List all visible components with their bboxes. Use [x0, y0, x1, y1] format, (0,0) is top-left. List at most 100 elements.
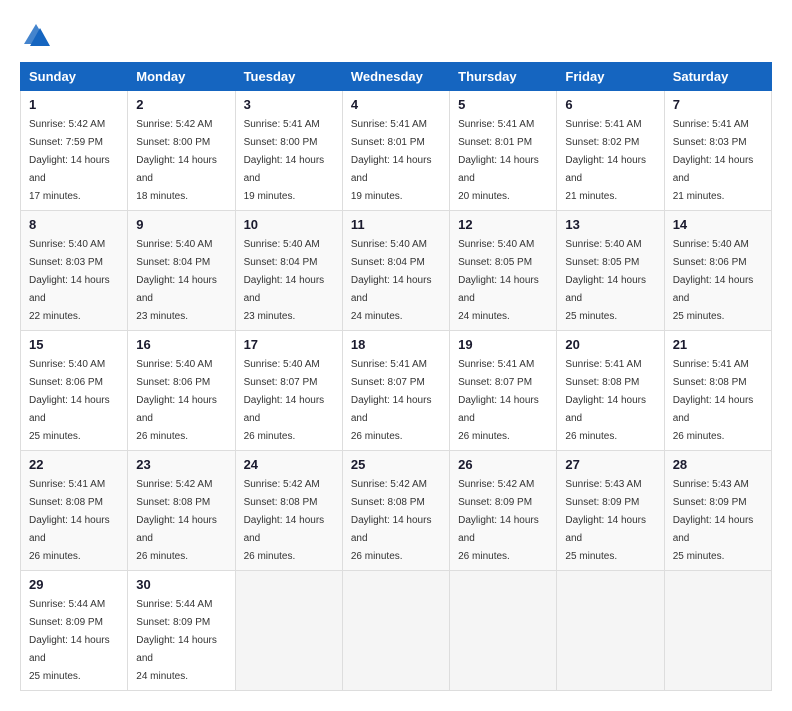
day-info: Sunrise: 5:42 AMSunset: 8:08 PMDaylight:…: [351, 479, 432, 562]
calendar-cell: [557, 571, 664, 691]
calendar-cell: 21Sunrise: 5:41 AMSunset: 8:08 PMDayligh…: [664, 331, 771, 451]
day-number: 5: [458, 97, 548, 112]
day-info: Sunrise: 5:40 AMSunset: 8:06 PMDaylight:…: [673, 239, 754, 322]
day-info: Sunrise: 5:41 AMSunset: 8:00 PMDaylight:…: [244, 119, 325, 202]
calendar-week-4: 22Sunrise: 5:41 AMSunset: 8:08 PMDayligh…: [21, 451, 772, 571]
day-info: Sunrise: 5:42 AMSunset: 8:09 PMDaylight:…: [458, 479, 539, 562]
day-number: 19: [458, 337, 548, 352]
calendar-week-2: 8 Sunrise: 5:40 AMSunset: 8:03 PMDaylight…: [21, 211, 772, 331]
day-number: 30: [136, 577, 226, 592]
day-number: 11: [351, 217, 441, 232]
day-number: 29: [29, 577, 119, 592]
calendar-cell: [235, 571, 342, 691]
calendar-week-1: 1 Sunrise: 5:42 AMSunset: 7:59 PMDaylight…: [21, 91, 772, 211]
calendar-cell: 25 Sunrise: 5:42 AMSunset: 8:08 PMDayligh…: [342, 451, 449, 571]
day-number: 16: [136, 337, 226, 352]
day-number: 17: [244, 337, 334, 352]
calendar-cell: 18Sunrise: 5:41 AMSunset: 8:07 PMDayligh…: [342, 331, 449, 451]
day-number: 23: [136, 457, 226, 472]
day-number: 26: [458, 457, 548, 472]
day-info: Sunrise: 5:41 AMSunset: 8:01 PMDaylight:…: [458, 119, 539, 202]
logo: [20, 20, 56, 52]
header-monday: Monday: [128, 63, 235, 91]
day-number: 25: [351, 457, 441, 472]
calendar-cell: [342, 571, 449, 691]
day-info: Sunrise: 5:40 AMSunset: 8:07 PMDaylight:…: [244, 359, 325, 442]
day-info: Sunrise: 5:40 AMSunset: 8:05 PMDaylight:…: [565, 239, 646, 322]
page-header: [20, 20, 772, 52]
header-thursday: Thursday: [450, 63, 557, 91]
day-info: Sunrise: 5:42 AMSunset: 7:59 PMDaylight:…: [29, 119, 110, 202]
day-number: 24: [244, 457, 334, 472]
day-info: Sunrise: 5:41 AMSunset: 8:01 PMDaylight:…: [351, 119, 432, 202]
calendar-cell: 17 Sunrise: 5:40 AMSunset: 8:07 PMDayligh…: [235, 331, 342, 451]
header-sunday: Sunday: [21, 63, 128, 91]
header-saturday: Saturday: [664, 63, 771, 91]
day-number: 21: [673, 337, 763, 352]
day-info: Sunrise: 5:40 AMSunset: 8:06 PMDaylight:…: [29, 359, 110, 442]
calendar-cell: 1 Sunrise: 5:42 AMSunset: 7:59 PMDaylight…: [21, 91, 128, 211]
header-tuesday: Tuesday: [235, 63, 342, 91]
calendar-cell: 24 Sunrise: 5:42 AMSunset: 8:08 PMDayligh…: [235, 451, 342, 571]
day-number: 1: [29, 97, 119, 112]
day-info: Sunrise: 5:41 AMSunset: 8:08 PMDaylight:…: [29, 479, 110, 562]
day-number: 6: [565, 97, 655, 112]
calendar-cell: 6 Sunrise: 5:41 AMSunset: 8:02 PMDaylight…: [557, 91, 664, 211]
calendar-cell: 2 Sunrise: 5:42 AMSunset: 8:00 PMDaylight…: [128, 91, 235, 211]
day-number: 2: [136, 97, 226, 112]
day-number: 20: [565, 337, 655, 352]
calendar-cell: 20 Sunrise: 5:41 AMSunset: 8:08 PMDayligh…: [557, 331, 664, 451]
day-info: Sunrise: 5:42 AMSunset: 8:08 PMDaylight:…: [244, 479, 325, 562]
calendar-cell: 15 Sunrise: 5:40 AMSunset: 8:06 PMDayligh…: [21, 331, 128, 451]
calendar-cell: 4Sunrise: 5:41 AMSunset: 8:01 PMDaylight…: [342, 91, 449, 211]
header-wednesday: Wednesday: [342, 63, 449, 91]
calendar-table: SundayMondayTuesdayWednesdayThursdayFrid…: [20, 62, 772, 691]
day-info: Sunrise: 5:43 AMSunset: 8:09 PMDaylight:…: [565, 479, 646, 562]
day-number: 15: [29, 337, 119, 352]
day-info: Sunrise: 5:41 AMSunset: 8:02 PMDaylight:…: [565, 119, 646, 202]
day-info: Sunrise: 5:40 AMSunset: 8:04 PMDaylight:…: [136, 239, 217, 322]
calendar-cell: [450, 571, 557, 691]
day-info: Sunrise: 5:43 AMSunset: 8:09 PMDaylight:…: [673, 479, 754, 562]
day-info: Sunrise: 5:40 AMSunset: 8:06 PMDaylight:…: [136, 359, 217, 442]
day-number: 7: [673, 97, 763, 112]
calendar-cell: 23 Sunrise: 5:42 AMSunset: 8:08 PMDayligh…: [128, 451, 235, 571]
day-info: Sunrise: 5:41 AMSunset: 8:07 PMDaylight:…: [351, 359, 432, 442]
calendar-week-3: 15 Sunrise: 5:40 AMSunset: 8:06 PMDayligh…: [21, 331, 772, 451]
calendar-cell: 8 Sunrise: 5:40 AMSunset: 8:03 PMDaylight…: [21, 211, 128, 331]
day-info: Sunrise: 5:40 AMSunset: 8:03 PMDaylight:…: [29, 239, 110, 322]
calendar-cell: 5 Sunrise: 5:41 AMSunset: 8:01 PMDaylight…: [450, 91, 557, 211]
calendar-cell: 11 Sunrise: 5:40 AMSunset: 8:04 PMDayligh…: [342, 211, 449, 331]
calendar-cell: 13Sunrise: 5:40 AMSunset: 8:05 PMDayligh…: [557, 211, 664, 331]
day-info: Sunrise: 5:42 AMSunset: 8:08 PMDaylight:…: [136, 479, 217, 562]
day-number: 9: [136, 217, 226, 232]
day-info: Sunrise: 5:40 AMSunset: 8:05 PMDaylight:…: [458, 239, 539, 322]
calendar-week-5: 29 Sunrise: 5:44 AMSunset: 8:09 PMDayligh…: [21, 571, 772, 691]
day-info: Sunrise: 5:41 AMSunset: 8:07 PMDaylight:…: [458, 359, 539, 442]
calendar-cell: 3 Sunrise: 5:41 AMSunset: 8:00 PMDaylight…: [235, 91, 342, 211]
day-number: 27: [565, 457, 655, 472]
calendar-cell: 28 Sunrise: 5:43 AMSunset: 8:09 PMDayligh…: [664, 451, 771, 571]
day-number: 3: [244, 97, 334, 112]
calendar-cell: 10 Sunrise: 5:40 AMSunset: 8:04 PMDayligh…: [235, 211, 342, 331]
day-info: Sunrise: 5:40 AMSunset: 8:04 PMDaylight:…: [244, 239, 325, 322]
calendar-cell: 29 Sunrise: 5:44 AMSunset: 8:09 PMDayligh…: [21, 571, 128, 691]
header-friday: Friday: [557, 63, 664, 91]
day-info: Sunrise: 5:44 AMSunset: 8:09 PMDaylight:…: [136, 599, 217, 682]
calendar-cell: 22Sunrise: 5:41 AMSunset: 8:08 PMDayligh…: [21, 451, 128, 571]
day-info: Sunrise: 5:44 AMSunset: 8:09 PMDaylight:…: [29, 599, 110, 682]
day-number: 12: [458, 217, 548, 232]
day-info: Sunrise: 5:42 AMSunset: 8:00 PMDaylight:…: [136, 119, 217, 202]
calendar-cell: [664, 571, 771, 691]
calendar-cell: 27 Sunrise: 5:43 AMSunset: 8:09 PMDayligh…: [557, 451, 664, 571]
day-number: 14: [673, 217, 763, 232]
day-info: Sunrise: 5:40 AMSunset: 8:04 PMDaylight:…: [351, 239, 432, 322]
day-number: 8: [29, 217, 119, 232]
day-info: Sunrise: 5:41 AMSunset: 8:08 PMDaylight:…: [565, 359, 646, 442]
calendar-cell: 9 Sunrise: 5:40 AMSunset: 8:04 PMDaylight…: [128, 211, 235, 331]
calendar-cell: 30 Sunrise: 5:44 AMSunset: 8:09 PMDayligh…: [128, 571, 235, 691]
header-row: SundayMondayTuesdayWednesdayThursdayFrid…: [21, 63, 772, 91]
day-number: 28: [673, 457, 763, 472]
calendar-cell: 12 Sunrise: 5:40 AMSunset: 8:05 PMDayligh…: [450, 211, 557, 331]
day-number: 10: [244, 217, 334, 232]
